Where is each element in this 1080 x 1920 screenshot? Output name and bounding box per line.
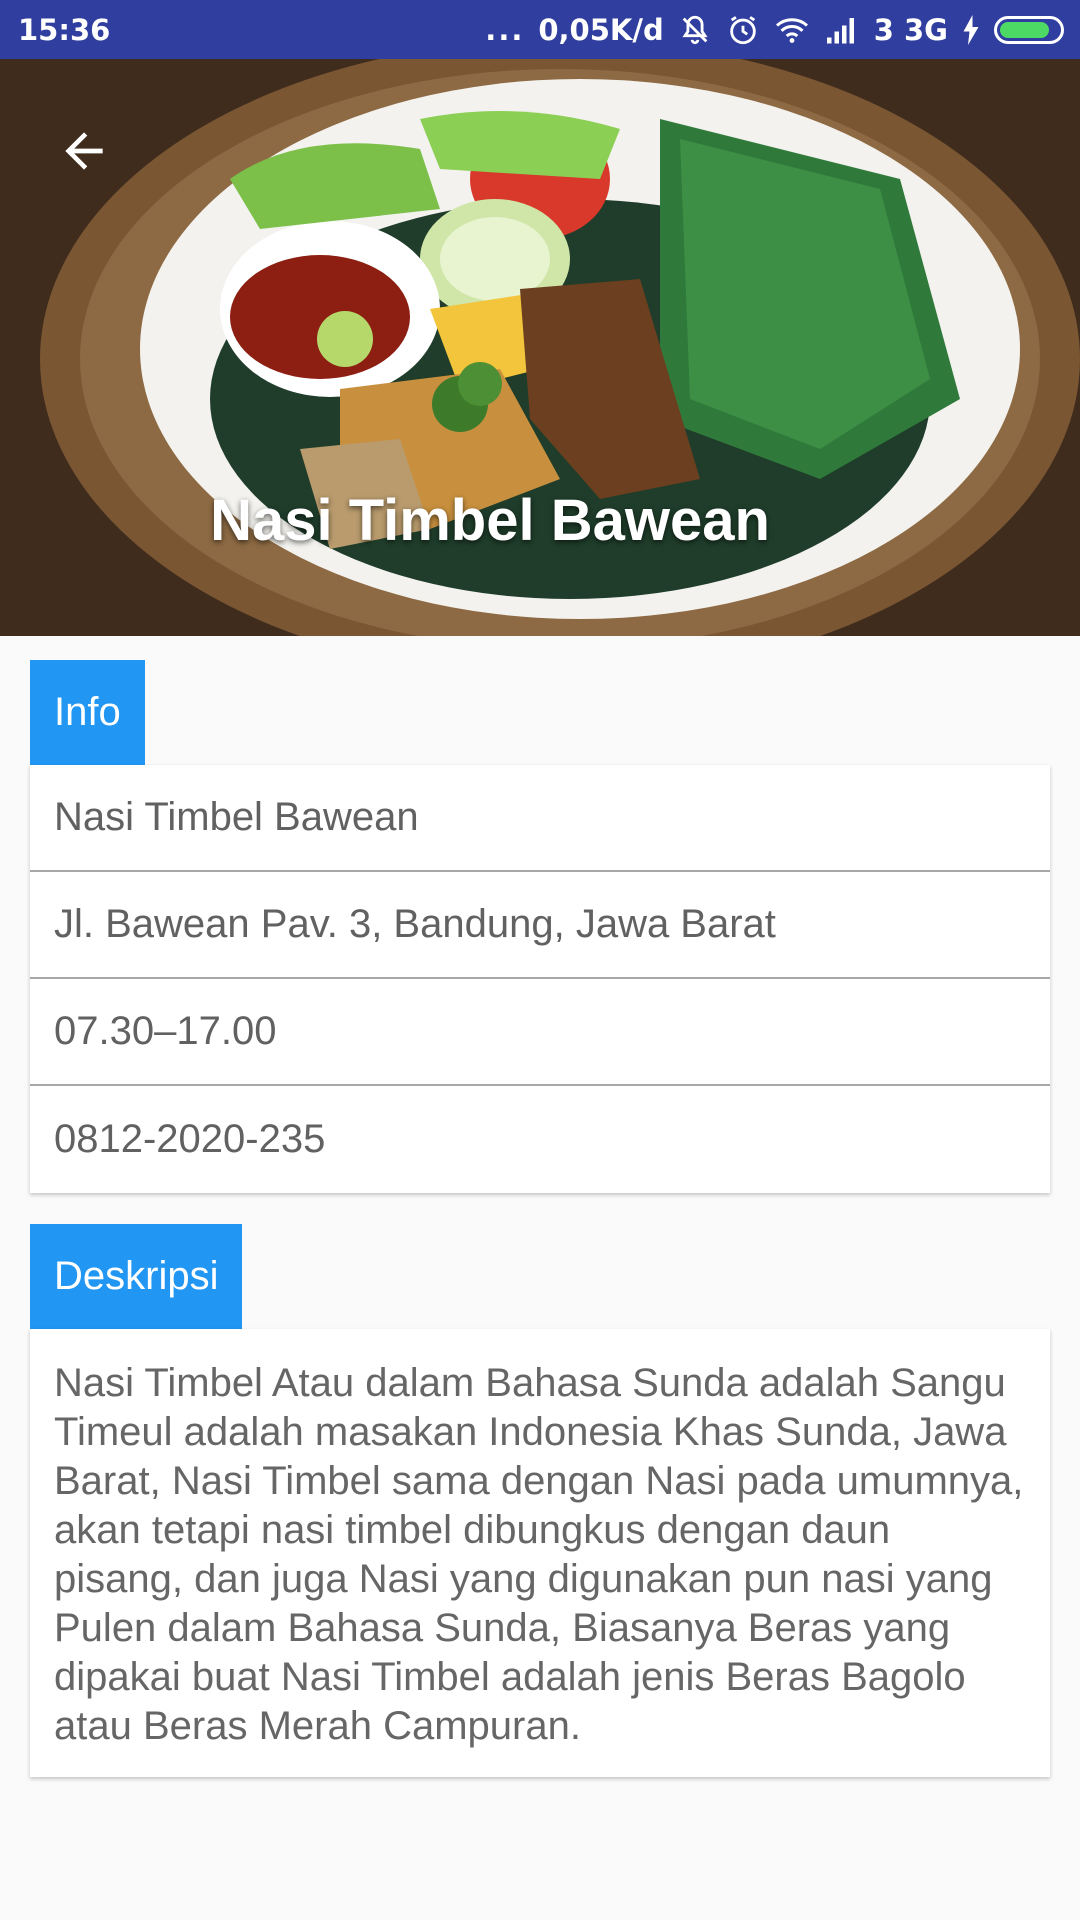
signal-icon: [824, 15, 860, 45]
description-section-label: Deskripsi: [30, 1224, 243, 1329]
info-section-label: Info: [30, 660, 145, 765]
network-speed: 0,05K/d: [538, 12, 664, 47]
status-icons: ... 0,05K/d 3 3G: [485, 13, 1064, 47]
info-name-row: Nasi Timbel Bawean: [30, 765, 1050, 872]
battery-level: [1000, 21, 1050, 38]
info-address-row[interactable]: Jl. Bawean Pav. 3, Bandung, Jawa Barat: [30, 872, 1050, 979]
back-button[interactable]: [48, 115, 120, 187]
arrow-back-icon: [65, 132, 103, 170]
more-dots: ...: [485, 12, 525, 47]
header-image: Nasi Timbel Bawean: [0, 59, 1080, 636]
wifi-icon: [774, 15, 810, 45]
alarm-icon: [726, 13, 760, 47]
info-phone-row[interactable]: 0812-2020-235: [30, 1086, 1050, 1193]
info-card: Nasi Timbel Bawean Jl. Bawean Pav. 3, Ba…: [30, 765, 1050, 1193]
mute-icon: [678, 13, 712, 47]
info-hours-row: 07.30–17.00: [30, 979, 1050, 1086]
description-card: Nasi Timbel Atau dalam Bahasa Sunda adal…: [30, 1329, 1050, 1777]
network-type: 3 3G: [873, 12, 948, 47]
status-bar: 15:36 ... 0,05K/d 3 3G: [0, 0, 1080, 59]
battery-icon: [994, 15, 1064, 44]
description-text: Nasi Timbel Atau dalam Bahasa Sunda adal…: [54, 1361, 1024, 1748]
page-title: Nasi Timbel Bawean: [210, 488, 770, 553]
charging-icon: [962, 14, 980, 45]
status-time: 15:36: [18, 12, 111, 47]
